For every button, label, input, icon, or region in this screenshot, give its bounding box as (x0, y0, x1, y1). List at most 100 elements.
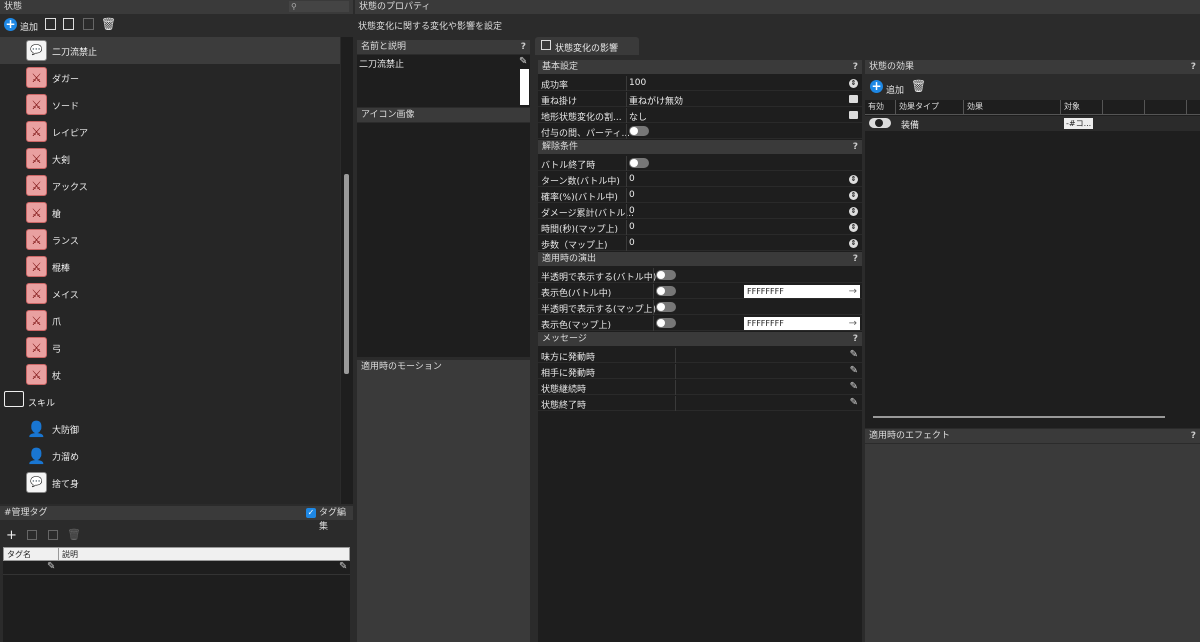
tree-item[interactable]: ⚔ 棍棒 (0, 253, 340, 280)
add-effect-button[interactable]: 追加 (886, 83, 904, 96)
pencil-icon[interactable]: ✎ (850, 349, 858, 360)
toggle-switch[interactable] (656, 302, 676, 312)
tree-item[interactable]: ⚔ レイピア (0, 118, 340, 145)
new-state-icon[interactable] (45, 18, 56, 30)
property-row[interactable]: 状態継続時 ✎ (538, 380, 862, 395)
name-description-field[interactable]: 二刀流禁止 ✎ (357, 55, 530, 107)
property-row[interactable]: 付与の間、パーティ... (538, 124, 862, 139)
dropdown-icon[interactable] (849, 111, 858, 119)
help-icon[interactable]: ? (853, 332, 858, 346)
pencil-icon[interactable]: ✎ (850, 381, 858, 392)
state-search-input[interactable] (289, 1, 349, 12)
pencil-icon[interactable]: ✎ (850, 365, 858, 376)
arrow-right-icon[interactable]: → (849, 285, 857, 298)
paste-state-icon[interactable] (83, 18, 94, 30)
description-scrollbar[interactable] (520, 69, 529, 105)
tree-item[interactable]: 👤 力溜め (0, 442, 340, 469)
property-row[interactable]: バトル終了時 (538, 156, 862, 171)
tree-item[interactable]: ⚔ ダガー (0, 64, 340, 91)
property-row[interactable]: 成功率 100 ⇕ (538, 76, 862, 91)
tag-edit-checkbox[interactable]: ✓ (306, 508, 316, 518)
delete-tag-icon[interactable]: 🗑 (67, 528, 81, 541)
horizontal-scrollbar[interactable] (873, 416, 1165, 418)
tag-table-row[interactable]: ✎ ✎ (3, 561, 350, 575)
add-icon[interactable]: + (4, 18, 17, 31)
motion-area[interactable] (357, 374, 530, 642)
toggle-switch[interactable] (656, 286, 676, 296)
spinner-icon[interactable]: ⇕ (849, 175, 858, 184)
pencil-icon[interactable]: ✎ (47, 561, 55, 572)
toggle-switch[interactable] (629, 126, 649, 136)
add-tag-icon[interactable]: + (6, 528, 17, 543)
property-row[interactable]: 半透明で表示する(マップ上) (538, 300, 862, 315)
property-row[interactable]: 味方に発動時 ✎ (538, 348, 862, 363)
add-state-button[interactable]: 追加 (20, 20, 38, 33)
property-row[interactable]: 相手に発動時 ✎ (538, 364, 862, 379)
property-row[interactable]: ターン数(バトル中) 0 ⇕ (538, 172, 862, 187)
property-row[interactable]: 表示色(マップ上) FFFFFFFF → (538, 316, 862, 331)
tree-item[interactable]: 💬 捨て身 (0, 469, 340, 496)
help-icon[interactable]: ? (853, 140, 858, 154)
property-row[interactable]: 時間(秒)(マップ上) 0 ⇕ (538, 220, 862, 235)
help-icon[interactable]: ? (1191, 60, 1196, 74)
spinner-icon[interactable]: ⇕ (849, 223, 858, 232)
copy-state-icon[interactable] (63, 18, 74, 30)
state-name-value[interactable]: 二刀流禁止 (359, 57, 404, 70)
icon-image-area[interactable] (357, 123, 530, 357)
tree-item[interactable]: ⚔ 爪 (0, 307, 340, 334)
tree-item[interactable]: 💬 二刀流禁止 (0, 37, 340, 64)
spinner-icon[interactable]: ⇕ (849, 79, 858, 88)
property-value[interactable]: 100 (629, 78, 646, 88)
tree-item[interactable]: ⚔ 弓 (0, 334, 340, 361)
property-value[interactable]: なし (629, 110, 647, 123)
delete-state-icon[interactable]: 🗑 (101, 17, 116, 31)
state-tree-scrollbar[interactable] (341, 37, 353, 504)
spinner-icon[interactable]: ⇕ (849, 191, 858, 200)
property-row[interactable]: 表示色(バトル中) FFFFFFFF → (538, 284, 862, 299)
color-input[interactable]: FFFFFFFF → (744, 317, 860, 330)
tree-item[interactable]: ⚔ メイス (0, 280, 340, 307)
effect-preview-area[interactable] (865, 444, 1200, 642)
property-row[interactable]: 歩数（マップ上) 0 ⇕ (538, 236, 862, 251)
property-value[interactable]: 0 (629, 190, 635, 200)
help-icon[interactable]: ? (853, 252, 858, 266)
tree-item[interactable]: スキル (0, 388, 340, 415)
arrow-right-icon[interactable]: → (849, 317, 857, 330)
help-icon[interactable]: ? (521, 40, 526, 54)
pencil-icon[interactable]: ✎ (519, 56, 527, 67)
tree-item[interactable]: ⚔ 槍 (0, 199, 340, 226)
tree-item[interactable]: ⚔ ランス (0, 226, 340, 253)
property-row[interactable]: 半透明で表示する(バトル中) (538, 268, 862, 283)
tree-item[interactable]: ⚔ 大剣 (0, 145, 340, 172)
tree-item[interactable]: ⚔ アックス (0, 172, 340, 199)
property-row[interactable]: 重ね掛け 重ねがけ無効 (538, 92, 862, 107)
tab-state-effect[interactable]: 状態変化の影響 (535, 37, 639, 55)
delete-effect-icon[interactable]: 🗑 (911, 79, 926, 93)
copy-tag-icon[interactable] (27, 530, 37, 540)
toggle-switch[interactable] (656, 318, 676, 328)
color-input[interactable]: FFFFFFFF → (744, 285, 860, 298)
property-value[interactable]: 重ねがけ無効 (629, 94, 683, 107)
property-value[interactable]: 0 (629, 206, 635, 216)
dropdown-icon[interactable] (849, 95, 858, 103)
pencil-icon[interactable]: ✎ (850, 397, 858, 408)
spinner-icon[interactable]: ⇕ (849, 239, 858, 248)
toggle-switch[interactable] (656, 270, 676, 280)
tree-item[interactable]: ⚔ 杖 (0, 361, 340, 388)
toggle-switch[interactable] (629, 158, 649, 168)
pencil-icon[interactable]: ✎ (339, 561, 347, 572)
property-row[interactable]: 状態終了時 ✎ (538, 396, 862, 411)
property-value[interactable]: 0 (629, 222, 635, 232)
property-value[interactable]: 0 (629, 174, 635, 184)
tree-item[interactable]: 👤 大防御 (0, 415, 340, 442)
spinner-icon[interactable]: ⇕ (849, 207, 858, 216)
target-cell[interactable]: -#コ... (1064, 118, 1094, 129)
property-row[interactable]: 確率(%)(バトル中) 0 ⇕ (538, 188, 862, 203)
help-icon[interactable]: ? (1191, 429, 1196, 443)
help-icon[interactable]: ? (853, 60, 858, 74)
scroll-thumb[interactable] (344, 174, 349, 374)
property-row[interactable]: ダメージ累計(バトル... 0 ⇕ (538, 204, 862, 219)
paste-tag-icon[interactable] (48, 530, 58, 540)
property-value[interactable]: 0 (629, 238, 635, 248)
property-row[interactable]: 地形状態変化の割... なし (538, 108, 862, 123)
